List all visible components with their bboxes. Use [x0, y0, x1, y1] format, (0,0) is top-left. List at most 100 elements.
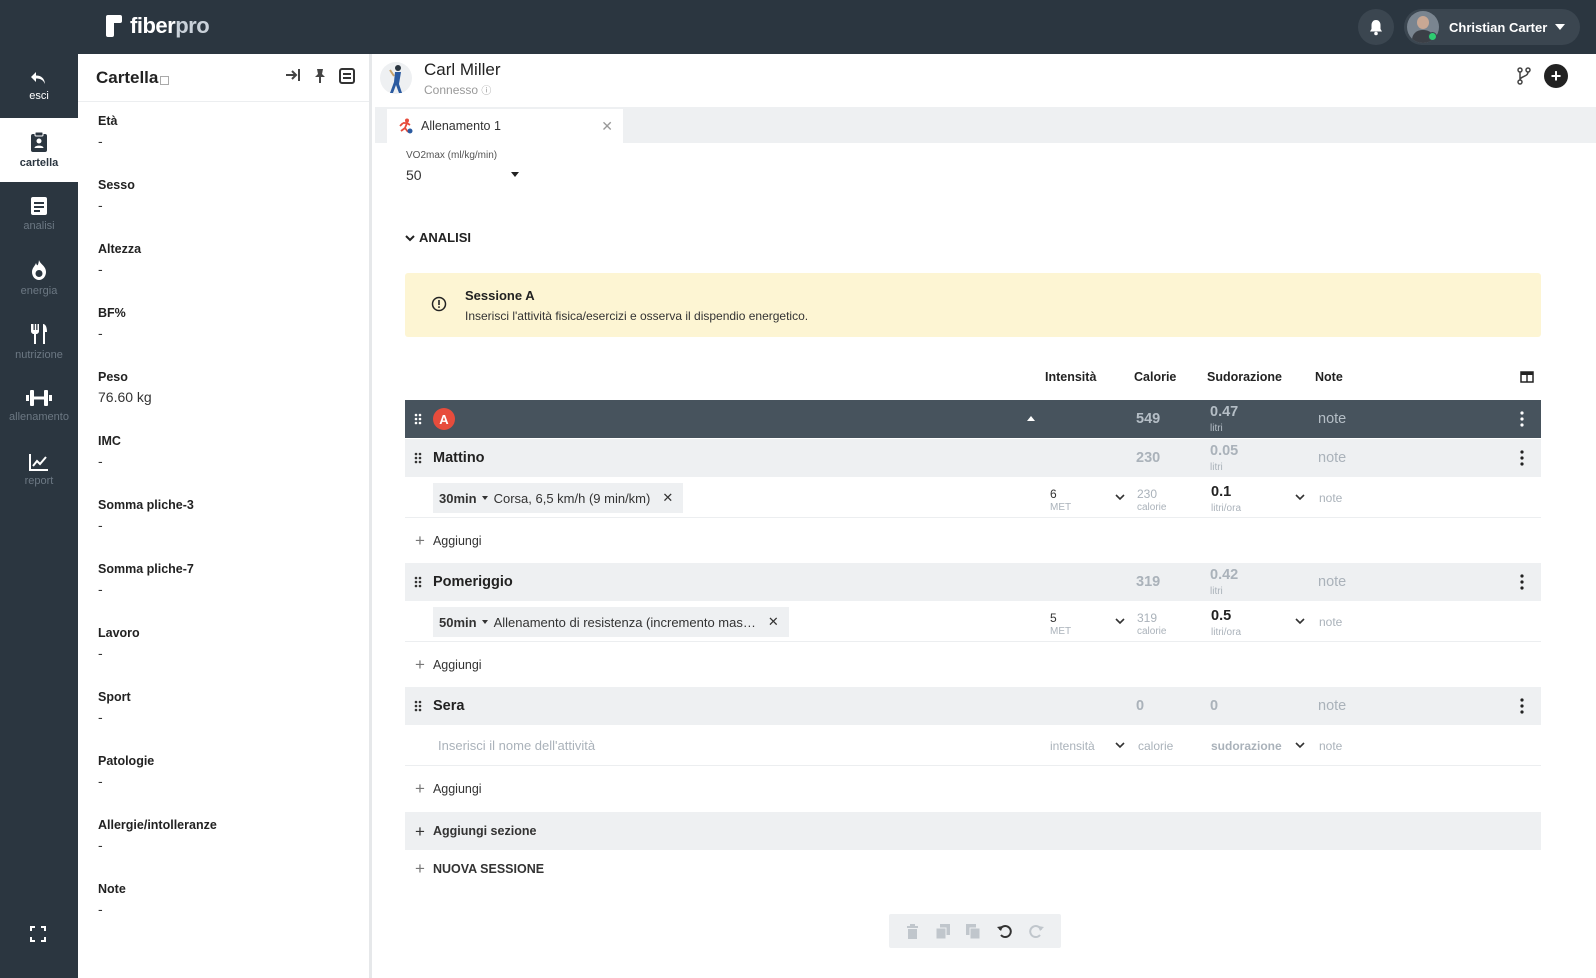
chevron-down-icon[interactable]: [1115, 742, 1125, 749]
online-status-dot: [1428, 32, 1437, 41]
nav-label-nutrizione: nutrizione: [15, 349, 63, 361]
patient-name[interactable]: Carl Miller: [424, 60, 501, 80]
analisi-toggle[interactable]: ANALISI: [405, 230, 471, 245]
edit-list-icon[interactable]: [339, 68, 355, 84]
group-row-sera[interactable]: Sera 0 0 note: [405, 687, 1541, 725]
notifications-button[interactable]: [1358, 9, 1394, 45]
field-label: Somma pliche-7: [98, 562, 194, 576]
more-vertical-icon[interactable]: [1520, 698, 1524, 714]
remove-activity-icon[interactable]: ✕: [768, 614, 779, 630]
group-calories: 0: [1136, 698, 1145, 714]
activity-note[interactable]: note: [1319, 615, 1342, 629]
collapse-panel-icon[interactable]: [285, 68, 301, 82]
activity-sweat-rate[interactable]: 0.5: [1211, 608, 1231, 624]
nav-item-nutrizione[interactable]: nutrizione: [0, 310, 78, 374]
chevron-down-icon[interactable]: [1295, 494, 1305, 501]
note-input[interactable]: note: [1319, 739, 1342, 753]
group-note[interactable]: note: [1318, 450, 1346, 466]
session-sweat-unit: litri: [1210, 423, 1223, 434]
activity-name-input[interactable]: Inserisci il nome dell'attività: [438, 738, 595, 753]
field-value: -: [98, 645, 103, 661]
group-note[interactable]: note: [1318, 698, 1346, 714]
group-note[interactable]: note: [1318, 574, 1346, 590]
remove-activity-icon[interactable]: ✕: [662, 490, 673, 506]
field-patologie: Patologie -: [98, 754, 154, 789]
tab-label: Allenamento 1: [421, 119, 501, 133]
add-button[interactable]: +: [1544, 64, 1568, 88]
add-activity-pomeriggio[interactable]: + Aggiungi: [415, 656, 482, 673]
session-note[interactable]: note: [1318, 411, 1346, 427]
chevron-down-icon[interactable]: [1115, 494, 1125, 501]
group-row-mattino[interactable]: Mattino 230 0.05 litri note: [405, 439, 1541, 477]
activity-sweat-rate[interactable]: 0.1: [1211, 484, 1231, 500]
columns-layout-icon[interactable]: [1520, 371, 1534, 383]
add-activity-mattino[interactable]: + Aggiungi: [415, 532, 482, 549]
drag-handle-icon[interactable]: [414, 576, 422, 588]
vo2max-caret-icon[interactable]: [511, 172, 519, 177]
collapse-caret-icon[interactable]: [1027, 416, 1035, 421]
chevron-down-icon[interactable]: [1295, 618, 1305, 625]
alert-title: Sessione A: [465, 288, 535, 303]
sweat-select[interactable]: sudorazione: [1211, 739, 1282, 753]
drag-handle-icon[interactable]: [414, 452, 422, 464]
session-row[interactable]: A 549 0.47 litri note: [405, 400, 1541, 438]
nav-item-cartella[interactable]: cartella: [0, 118, 78, 182]
field-somma-pliche-3: Somma pliche-3 -: [98, 498, 194, 533]
activity-calories-unit: calorie: [1137, 502, 1167, 513]
field-sesso: Sesso -: [98, 178, 135, 213]
activity-chip[interactable]: 50min Allenamento di resistenza (increme…: [433, 607, 789, 637]
field-label: Note: [98, 882, 126, 896]
fiberpro-logo[interactable]: fiber pro: [104, 13, 210, 39]
chevron-down-icon[interactable]: [1295, 742, 1305, 749]
tab-allenamento-1[interactable]: Allenamento 1 ✕: [387, 109, 623, 143]
branch-icon[interactable]: [1516, 67, 1532, 85]
nav-item-analisi[interactable]: analisi: [0, 182, 78, 246]
vo2max-select[interactable]: 50: [406, 167, 422, 183]
group-sweat-unit: litri: [1210, 586, 1223, 597]
undo-icon[interactable]: [997, 924, 1013, 939]
drag-handle-icon[interactable]: [414, 700, 422, 712]
activity-duration[interactable]: 50min: [439, 615, 477, 630]
more-vertical-icon[interactable]: [1520, 450, 1524, 466]
add-activity-sera[interactable]: + Aggiungi: [415, 780, 482, 797]
drag-handle-icon[interactable]: [414, 413, 422, 425]
chevron-down-icon[interactable]: [1115, 618, 1125, 625]
alert-circle-icon: [431, 296, 447, 312]
caret-down-icon[interactable]: [481, 620, 488, 624]
activity-met[interactable]: 6: [1050, 487, 1057, 501]
activity-duration[interactable]: 30min: [439, 491, 477, 506]
fullscreen-icon[interactable]: [30, 926, 46, 942]
activity-name: Allenamento di resistenza (incremento ma…: [493, 614, 756, 630]
nav-item-allenamento[interactable]: allenamento: [0, 374, 78, 438]
pin-icon[interactable]: [313, 68, 327, 84]
activity-met[interactable]: 5: [1050, 611, 1057, 625]
nav-item-energia[interactable]: energia: [0, 246, 78, 310]
activity-chip[interactable]: 30min Corsa, 6,5 km/h (9 min/km) ✕: [433, 483, 684, 513]
close-tab-icon[interactable]: ✕: [601, 118, 613, 135]
group-row-pomeriggio[interactable]: Pomeriggio 319 0.42 litri note: [405, 563, 1541, 601]
more-vertical-icon[interactable]: [1520, 574, 1524, 590]
field-value: 76.60 kg: [98, 389, 152, 405]
activity-sweat-rate-unit: litri/ora: [1211, 627, 1242, 638]
activity-note[interactable]: note: [1319, 491, 1342, 505]
group-sweat: 0: [1210, 698, 1219, 714]
calories-input[interactable]: calorie: [1138, 739, 1173, 753]
nav-item-report[interactable]: report: [0, 438, 78, 502]
redo-icon[interactable]: [1029, 924, 1045, 939]
trash-icon[interactable]: [906, 923, 919, 939]
field-label: Peso: [98, 370, 128, 384]
copy-icon[interactable]: [935, 923, 950, 939]
field-lavoro: Lavoro -: [98, 626, 140, 661]
caret-down-icon[interactable]: [481, 496, 488, 500]
col-header-notes: Note: [1315, 370, 1343, 384]
nav-item-esci[interactable]: esci: [0, 54, 78, 118]
analisi-label: ANALISI: [419, 230, 471, 245]
intensity-select[interactable]: intensità: [1050, 739, 1095, 753]
info-icon[interactable]: ⓘ: [481, 86, 491, 97]
more-vertical-icon[interactable]: [1520, 411, 1524, 427]
new-session-button[interactable]: + NUOVA SESSIONE: [415, 860, 544, 877]
add-section-button[interactable]: + Aggiungi sezione: [405, 812, 1541, 850]
activity-sweat-rate-unit: litri/ora: [1211, 503, 1242, 514]
paste-icon[interactable]: [966, 923, 981, 939]
logo-text-main: fiber: [130, 13, 176, 38]
